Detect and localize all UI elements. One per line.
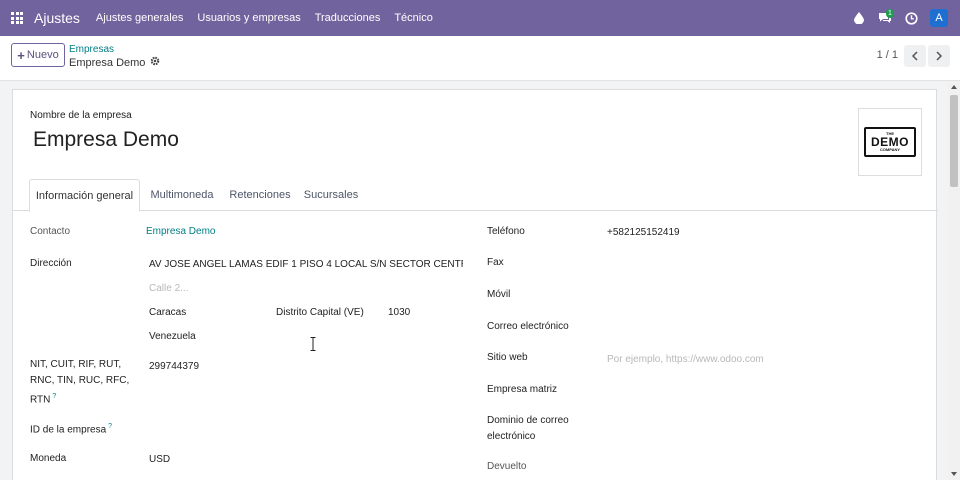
help-icon[interactable]: ? xyxy=(52,393,56,400)
address-label: Dirección xyxy=(30,258,72,269)
menu-traducciones[interactable]: Traducciones xyxy=(315,12,381,24)
fax-label: Fax xyxy=(487,257,504,268)
new-button-label: Nuevo xyxy=(26,49,59,61)
help-icon[interactable]: ? xyxy=(108,423,112,430)
menu-ajustes-generales[interactable]: Ajustes generales xyxy=(96,12,183,24)
tab-multimoneda[interactable]: Multimoneda xyxy=(143,179,221,211)
email-label: Correo electrónico xyxy=(487,321,569,332)
company-name-label: Nombre de la empresa xyxy=(30,110,132,121)
street2-input[interactable]: Calle 2... xyxy=(149,283,188,294)
text-cursor-icon xyxy=(310,337,316,351)
new-button[interactable]: + Nuevo xyxy=(11,43,65,67)
menu-tecnico[interactable]: Técnico xyxy=(394,12,433,24)
form-sheet: Nombre de la empresa Empresa Demo THE DE… xyxy=(12,89,938,480)
website-input[interactable]: Por ejemplo, https://www.odoo.com xyxy=(607,354,764,365)
gear-icon[interactable] xyxy=(150,56,160,69)
tab-informacion-general[interactable]: Información general xyxy=(29,179,140,212)
scroll-up-arrow-icon[interactable] xyxy=(948,81,960,93)
breadcrumb-current: Empresa Demo xyxy=(69,56,160,69)
vat-label-line-2: RNC, TIN, RUC, RFC, xyxy=(30,375,130,386)
activities-button[interactable] xyxy=(898,0,924,36)
company-name-field[interactable]: Empresa Demo xyxy=(33,128,179,152)
contact-value[interactable]: Empresa Demo xyxy=(146,226,215,237)
phone-input[interactable]: +582125152419 xyxy=(607,227,680,238)
street-input[interactable]: AV JOSE ANGEL LAMAS EDIF 1 PISO 4 LOCAL … xyxy=(149,259,463,270)
breadcrumb-parent[interactable]: Empresas xyxy=(69,44,114,55)
contact-label: Contacto xyxy=(30,226,71,237)
grid-icon xyxy=(11,12,23,24)
parent-company-label: Empresa matriz xyxy=(487,384,558,395)
vat-label-line-1: NIT, CUIT, RIF, RUT, xyxy=(30,359,122,370)
clock-icon xyxy=(904,11,918,25)
website-label: Sitio web xyxy=(487,352,528,363)
company-logo: THE DEMO COMPANY xyxy=(864,127,916,157)
user-avatar[interactable]: A xyxy=(930,9,948,27)
email-domain-label-line-1: Dominio de correo xyxy=(487,415,569,426)
vat-label-line-3: RTN? xyxy=(30,393,57,406)
currency-label: Moneda xyxy=(30,453,67,464)
pager-value[interactable]: 1 / 1 xyxy=(877,49,898,61)
tab-sucursales[interactable]: Sucursales xyxy=(300,179,362,211)
control-panel: + Nuevo Empresas Empresa Demo 1 / 1 xyxy=(0,36,960,81)
company-logo-field[interactable]: THE DEMO COMPANY xyxy=(858,108,922,176)
returned-label: Devuelto xyxy=(487,461,527,472)
page-scrollbar[interactable] xyxy=(948,81,960,480)
scroll-down-arrow-icon[interactable] xyxy=(948,468,960,480)
breadcrumb-current-label: Empresa Demo xyxy=(69,56,146,69)
pager-next-button[interactable] xyxy=(928,45,950,67)
country-select[interactable]: Venezuela xyxy=(149,331,196,342)
app-brand[interactable]: Ajustes xyxy=(34,10,80,26)
debug-drop-icon[interactable] xyxy=(846,0,872,36)
email-domain-label-line-2: electrónico xyxy=(487,431,536,442)
zip-input[interactable]: 1030 xyxy=(388,307,410,318)
company-id-label: ID de la empresa? xyxy=(30,423,113,436)
scrollbar-thumb[interactable] xyxy=(950,95,958,187)
chevron-right-icon xyxy=(936,51,943,61)
mobile-label: Móvil xyxy=(487,289,511,300)
top-navbar: Ajustes Ajustes generales Usuarios y emp… xyxy=(0,0,960,36)
pager-previous-button[interactable] xyxy=(904,45,926,67)
apps-menu-button[interactable] xyxy=(0,0,34,36)
plus-icon: + xyxy=(17,47,25,63)
messaging-button[interactable]: 1 xyxy=(872,0,898,36)
messages-badge: 1 xyxy=(886,9,894,18)
notebook-tabs: Información general Multimoneda Retencio… xyxy=(13,179,938,212)
city-input[interactable]: Caracas xyxy=(149,307,186,318)
vat-input[interactable]: 299744379 xyxy=(149,361,199,372)
chevron-left-icon xyxy=(911,51,918,61)
currency-select[interactable]: USD xyxy=(149,454,170,465)
menu-usuarios-empresas[interactable]: Usuarios y empresas xyxy=(197,12,300,24)
phone-label: Teléfono xyxy=(487,226,525,237)
state-select[interactable]: Distrito Capital (VE) xyxy=(276,307,364,318)
tab-retenciones[interactable]: Retenciones xyxy=(225,179,295,211)
